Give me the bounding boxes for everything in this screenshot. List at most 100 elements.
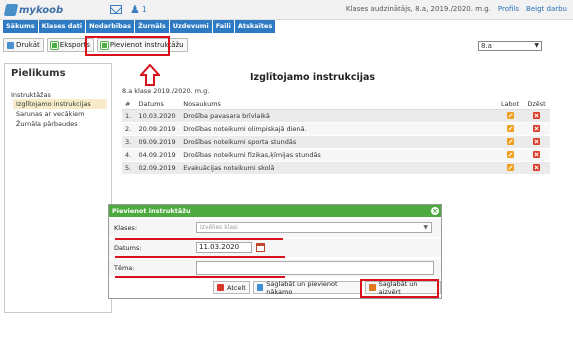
highlight-box-add xyxy=(85,36,170,56)
nav-tasks[interactable]: Uzdevumi xyxy=(169,20,213,33)
table-row: 3. 09.09.2019 Drošības noteikumi sporta … xyxy=(122,135,550,149)
dialog-header: Pievienot instruktāžu × xyxy=(109,205,441,217)
chevron-down-icon: ▼ xyxy=(423,224,428,231)
delete-cell xyxy=(523,148,550,162)
logo[interactable]: mykoob xyxy=(3,3,64,17)
nav-class-data[interactable]: Klases dati xyxy=(38,20,87,33)
nav-reports[interactable]: Atskaites xyxy=(234,20,277,33)
row-num: 2. xyxy=(122,122,136,136)
cancel-icon xyxy=(217,284,224,291)
table-row: 4. 04.09.2019 Drošības noteikumi fizikas… xyxy=(122,148,550,162)
col-num: # xyxy=(122,99,136,110)
edit-icon[interactable] xyxy=(506,112,514,119)
nav-journal[interactable]: Žurnāls xyxy=(135,20,170,33)
class-dropdown[interactable]: Izvēlies klasi ▼ xyxy=(196,222,432,233)
annotation-line xyxy=(115,238,283,240)
class-label: Klases: xyxy=(114,224,138,232)
annotation-line xyxy=(115,276,285,278)
cancel-label: Atcelt xyxy=(227,283,246,292)
table-row: 5. 02.09.2019 Evakuācijas noteikumi skol… xyxy=(122,161,550,175)
row-date: 09.09.2019 xyxy=(135,135,181,149)
topic-label: Tēma: xyxy=(114,264,135,272)
date-field[interactable]: 11.03.2020 xyxy=(196,242,252,253)
topic-row: Tēma: xyxy=(109,258,441,277)
row-title: Drošības noteikumi olimpiskajā dienā. xyxy=(180,122,498,136)
row-num: 5. xyxy=(122,161,136,175)
top-icons: ♟ 1 xyxy=(110,4,147,15)
instructions-table: # Datums Nosaukums Labot Dzēst 1. 10.03.… xyxy=(122,99,550,175)
user-icon: ♟ xyxy=(130,3,140,16)
delete-icon[interactable] xyxy=(533,164,541,171)
class-row: Klases: Izvēlies klasi ▼ xyxy=(109,218,441,237)
class-select-value: 8.a xyxy=(481,42,492,50)
sidebar-title: Pielikums xyxy=(11,68,66,79)
save-add-button[interactable]: Saglabāt un pievienot nākamo xyxy=(252,279,363,296)
export-icon xyxy=(49,40,59,50)
row-date: 02.09.2019 xyxy=(135,161,181,175)
page-title: Izglītojamo instrukcijas xyxy=(250,72,376,83)
table-header: # Datums Nosaukums Labot Dzēst xyxy=(122,99,550,110)
delete-icon[interactable] xyxy=(533,125,541,132)
class-select[interactable]: 8.a ▼ xyxy=(478,41,542,51)
edit-cell xyxy=(497,148,524,162)
col-delete: Dzēst xyxy=(523,99,550,110)
sidebar-group: Instruktāžas xyxy=(11,91,51,99)
edit-cell xyxy=(497,135,524,149)
delete-cell xyxy=(523,109,550,123)
edit-cell xyxy=(497,161,524,175)
logo-mark xyxy=(3,4,19,16)
col-edit: Labot xyxy=(497,99,524,110)
users-indicator[interactable]: ♟ 1 xyxy=(130,4,147,15)
row-title: Drošības noteikumi fizikas,ķīmijas stund… xyxy=(180,148,498,162)
sidebar-item-instructions[interactable]: Izglītojamo instrukcijas xyxy=(13,99,107,109)
edit-icon[interactable] xyxy=(506,164,514,171)
print-label: Drukāt xyxy=(16,41,40,49)
printer-icon xyxy=(7,41,14,49)
save-add-icon xyxy=(256,284,264,291)
delete-icon[interactable] xyxy=(533,112,541,119)
row-date: 10.03.2020 xyxy=(135,109,181,123)
nav-lessons[interactable]: Nodarbības xyxy=(86,20,136,33)
nav-files[interactable]: Faili xyxy=(212,20,235,33)
row-date: 04.09.2019 xyxy=(135,148,181,162)
cancel-button[interactable]: Atcelt xyxy=(213,281,250,294)
save-add-label: Saglabāt un pievienot nākamo xyxy=(266,279,338,296)
profile-link[interactable]: Profils xyxy=(498,5,519,13)
topic-input[interactable] xyxy=(196,261,434,275)
edit-icon[interactable] xyxy=(506,138,514,145)
calendar-icon[interactable] xyxy=(256,243,265,252)
table-row: 2. 20.09.2019 Drošības noteikumi olimpis… xyxy=(122,122,550,136)
col-date: Datums xyxy=(135,99,181,110)
annotation-line xyxy=(115,256,285,258)
close-icon[interactable]: × xyxy=(431,207,439,215)
logo-text: mykoob xyxy=(19,4,64,16)
edit-icon[interactable] xyxy=(506,125,514,132)
nav-home[interactable]: Sākums xyxy=(3,20,39,33)
top-right: Klases audzinātājs, 8.a, 2019./2020. m.g… xyxy=(346,5,567,13)
delete-icon[interactable] xyxy=(533,151,541,158)
users-count: 1 xyxy=(141,5,147,14)
row-num: 1. xyxy=(122,109,136,123)
edit-cell xyxy=(497,122,524,136)
delete-icon[interactable] xyxy=(533,138,541,145)
dialog-title: Pievienot instruktāžu xyxy=(112,207,191,215)
page-subtitle: 8.a klase 2019./2020. m.g. xyxy=(122,87,210,95)
up-arrow-icon xyxy=(140,64,160,86)
date-row: Datums: 11.03.2020 xyxy=(109,238,441,257)
row-title: Drošības noteikumi sporta stundās xyxy=(180,135,498,149)
context-label: Klases audzinātājs, 8.a, 2019./2020. m.g… xyxy=(345,5,491,13)
sidebar-item-journal-checks[interactable]: Žurnāla pārbaudes xyxy=(13,119,107,129)
row-date: 20.09.2019 xyxy=(135,122,181,136)
date-label: Datums: xyxy=(114,244,142,252)
sidebar-item-parent-talks[interactable]: Sarunas ar vecākiem xyxy=(13,109,107,119)
edit-icon[interactable] xyxy=(506,151,514,158)
row-num: 3. xyxy=(122,135,136,149)
delete-cell xyxy=(523,161,550,175)
table-row: 1. 10.03.2020 Drošība pavasara brīvlaikā xyxy=(122,109,550,123)
print-button[interactable]: Drukāt xyxy=(3,38,44,52)
chevron-down-icon: ▼ xyxy=(534,42,539,49)
mail-icon[interactable] xyxy=(110,5,122,14)
logout-link[interactable]: Beigt darbu xyxy=(526,5,567,13)
highlight-box-save-close xyxy=(360,279,439,298)
row-title: Evakuācijas noteikumi skolā xyxy=(180,161,498,175)
